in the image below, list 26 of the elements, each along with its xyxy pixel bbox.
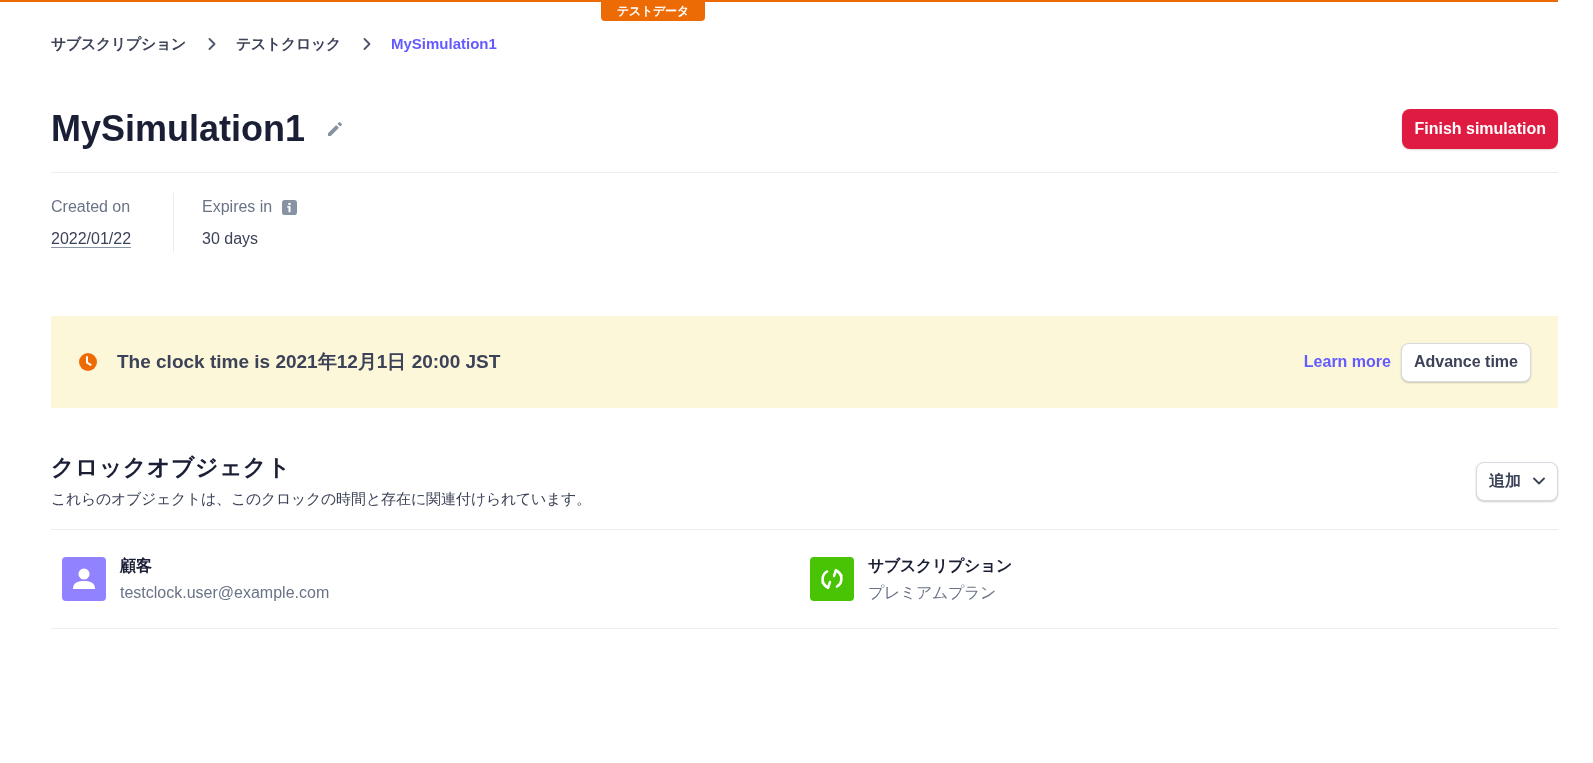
object-subtitle: プレミアムプラン: [868, 582, 996, 603]
object-title: 顧客: [120, 555, 152, 576]
learn-more-link[interactable]: Learn more: [1303, 353, 1391, 371]
detail-value: 30 days: [202, 230, 259, 247]
breadcrumb-link[interactable]: サブスクリプション: [51, 34, 186, 54]
add-dropdown-button[interactable]: 追加: [1476, 461, 1558, 501]
info-icon[interactable]: [282, 199, 298, 215]
detail-label: Expires in: [202, 197, 273, 217]
detail-value: 2022/01/22: [51, 230, 132, 248]
chevron-icon: [363, 38, 371, 50]
object-subtitle: testclock.user@example.com: [120, 582, 330, 603]
finish-simulation-button[interactable]: Finish simulation: [1402, 109, 1558, 149]
pencil-icon[interactable]: [327, 121, 344, 137]
page-title: MySimulation1: [51, 109, 306, 149]
breadcrumb-link[interactable]: MySimulation1: [391, 34, 497, 54]
clock-time-text: The clock time is 2021年12月1日 20:00 JST: [117, 350, 501, 374]
clock-icon: [79, 353, 97, 371]
section-title: クロックオブジェクト: [51, 453, 292, 481]
object-title: サブスクリプション: [868, 555, 1012, 576]
breadcrumb-link[interactable]: テストクロック: [236, 34, 341, 54]
caret-icon: [1533, 477, 1545, 485]
detail-label: Created on: [51, 197, 131, 217]
section-description: これらのオブジェクトは、このクロックの時間と存在に関連付けられています。: [51, 489, 591, 509]
advance-time-button[interactable]: Advance time: [1400, 342, 1531, 382]
test-data-badge: テストデータ: [601, 2, 705, 21]
chevron-icon: [208, 38, 216, 50]
